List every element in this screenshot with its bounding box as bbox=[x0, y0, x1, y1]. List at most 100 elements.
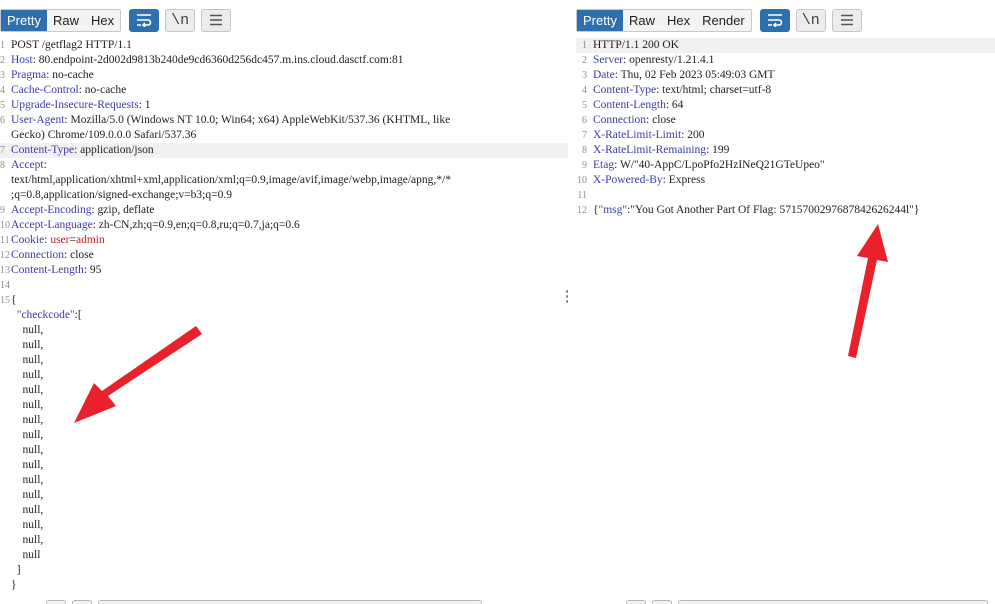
code-token: :[ bbox=[74, 309, 82, 321]
response-menu-button[interactable] bbox=[831, 8, 862, 32]
response-editor[interactable]: 1 HTTP/1.1 200 OK 2 Server: openresty/1.21.… bbox=[576, 38, 995, 218]
request-toolbar: Pretty Raw Hex \n bbox=[0, 8, 232, 32]
scroll-tab[interactable] bbox=[626, 600, 646, 604]
code-line: ;q=0.8,application/signed-exchange;v=b3;… bbox=[0, 188, 568, 203]
code-token: ;q=0.8,application/signed-exchange;v=b3;… bbox=[11, 189, 232, 201]
code-token: "msg" bbox=[598, 204, 628, 216]
response-horizontal-scrollbar[interactable] bbox=[678, 600, 988, 604]
scroll-tab[interactable] bbox=[72, 600, 92, 604]
response-tab-render[interactable]: Render bbox=[696, 10, 751, 31]
line-text: Accept-Encoding: gzip, deflate bbox=[11, 203, 154, 218]
line-number: 13 bbox=[0, 265, 10, 276]
response-tab-pretty[interactable]: Pretty bbox=[577, 9, 623, 31]
code-line: 11 bbox=[576, 188, 995, 203]
code-line: null, bbox=[0, 383, 568, 398]
request-horizontal-scrollbar[interactable] bbox=[98, 600, 482, 604]
code-line: ] bbox=[0, 563, 568, 578]
line-text: Content-Length: 95 bbox=[11, 263, 101, 278]
code-line: 11 Cookie: user=admin bbox=[0, 233, 568, 248]
code-token: : close bbox=[64, 249, 94, 261]
response-tab-raw[interactable]: Raw bbox=[623, 10, 661, 31]
code-line: 9 Accept-Encoding: gzip, deflate bbox=[0, 203, 568, 218]
code-token: Content-Type bbox=[593, 84, 657, 96]
code-token: X-RateLimit-Limit bbox=[593, 129, 682, 141]
line-text: null, bbox=[11, 458, 44, 473]
code-token: : close bbox=[646, 114, 676, 126]
code-token: Cache-Control bbox=[11, 84, 79, 96]
code-line: 5 Content-Length: 64 bbox=[576, 98, 995, 113]
line-text: Cache-Control: no-cache bbox=[11, 83, 126, 98]
request-options-icon[interactable] bbox=[566, 290, 568, 305]
code-token: null, bbox=[11, 429, 44, 441]
line-text: Gecko) Chrome/109.0.0.0 Safari/537.36 bbox=[11, 128, 196, 143]
response-wrap-lines-button[interactable] bbox=[759, 8, 790, 32]
response-show-newlines-button[interactable]: \n bbox=[795, 8, 826, 32]
code-token: : 200 bbox=[681, 129, 705, 141]
request-menu-button[interactable] bbox=[201, 8, 232, 32]
line-text: Pragma: no-cache bbox=[11, 68, 94, 83]
line-text: {"msg":"You Got Another Part Of Flag: 57… bbox=[593, 203, 919, 218]
code-token: null, bbox=[11, 459, 44, 471]
code-line: 6 Connection: close bbox=[576, 113, 995, 128]
code-token: null, bbox=[11, 414, 44, 426]
line-number: 12 bbox=[577, 205, 587, 216]
line-number: 11 bbox=[577, 190, 587, 201]
code-token: : W/"40-AppC/LpoPfo2HzINeQ21GTeUpeo" bbox=[614, 159, 825, 171]
scroll-tab[interactable] bbox=[652, 600, 672, 604]
line-text: X-RateLimit-Limit: 200 bbox=[593, 128, 704, 143]
line-text: Server: openresty/1.21.4.1 bbox=[593, 53, 714, 68]
code-line: 2 Server: openresty/1.21.4.1 bbox=[576, 53, 995, 68]
code-token: : Thu, 02 Feb 2023 05:49:03 GMT bbox=[614, 69, 775, 81]
request-editor[interactable]: 1 POST /getflag2 HTTP/1.1 2 Host: 80.endpoi… bbox=[0, 38, 568, 593]
code-token: Content-Length bbox=[11, 264, 84, 276]
request-view-tabs: Pretty Raw Hex bbox=[0, 8, 122, 32]
code-token: null, bbox=[11, 354, 44, 366]
response-tab-hex[interactable]: Hex bbox=[661, 10, 696, 31]
code-line: null, bbox=[0, 458, 568, 473]
code-line: null, bbox=[0, 323, 568, 338]
line-text: null, bbox=[11, 443, 44, 458]
code-line: 14 bbox=[0, 278, 568, 293]
line-number: 4 bbox=[582, 85, 587, 96]
line-number: 2 bbox=[582, 55, 587, 66]
code-token: admin bbox=[75, 234, 105, 246]
code-token: null, bbox=[11, 399, 44, 411]
code-line: Gecko) Chrome/109.0.0.0 Safari/537.36 bbox=[0, 128, 568, 143]
line-number: 9 bbox=[582, 160, 587, 171]
line-text: null, bbox=[11, 428, 44, 443]
code-token: Cookie bbox=[11, 234, 45, 246]
code-line: null, bbox=[0, 428, 568, 443]
code-token: : no-cache bbox=[46, 69, 94, 81]
request-show-newlines-button[interactable]: \n bbox=[165, 8, 196, 32]
code-line: } bbox=[0, 578, 568, 593]
code-line: 2 Host: 80.endpoint-2d002d9813b240de9cd63… bbox=[0, 53, 568, 68]
code-token: : Mozilla/5.0 (Windows NT 10.0; Win64; x… bbox=[64, 114, 451, 126]
newline-icon: \n bbox=[171, 11, 190, 29]
code-line: 3 Date: Thu, 02 Feb 2023 05:49:03 GMT bbox=[576, 68, 995, 83]
code-token: : 64 bbox=[665, 99, 684, 111]
scroll-tab[interactable] bbox=[46, 600, 66, 604]
request-tab-raw[interactable]: Raw bbox=[47, 10, 85, 31]
code-line: 10 X-Powered-By: Express bbox=[576, 173, 995, 188]
line-text: "checkcode":[ bbox=[11, 308, 82, 323]
line-text: null, bbox=[11, 473, 44, 488]
code-token: Host bbox=[11, 54, 33, 66]
line-text: null, bbox=[11, 413, 44, 428]
code-line: text/html,application/xhtml+xml,applicat… bbox=[0, 173, 568, 188]
code-token: : no-cache bbox=[78, 84, 127, 96]
code-token: ] bbox=[11, 564, 21, 576]
request-wrap-lines-button[interactable] bbox=[129, 8, 160, 32]
request-tab-hex[interactable]: Hex bbox=[85, 10, 120, 31]
line-text: null, bbox=[11, 488, 44, 503]
code-line: 7 Content-Type: application/json bbox=[0, 143, 568, 158]
line-number: 6 bbox=[0, 115, 5, 126]
line-text: HTTP/1.1 200 OK bbox=[593, 38, 679, 53]
code-token: user bbox=[50, 234, 70, 246]
line-number: 5 bbox=[0, 100, 5, 111]
code-token: text/html,application/xhtml+xml,applicat… bbox=[11, 174, 451, 186]
request-tab-pretty[interactable]: Pretty bbox=[1, 9, 47, 31]
code-token: : 95 bbox=[83, 264, 102, 276]
line-text: Cookie: user=admin bbox=[11, 233, 105, 248]
code-token: Connection bbox=[593, 114, 647, 126]
code-token: Content-Length bbox=[593, 99, 666, 111]
